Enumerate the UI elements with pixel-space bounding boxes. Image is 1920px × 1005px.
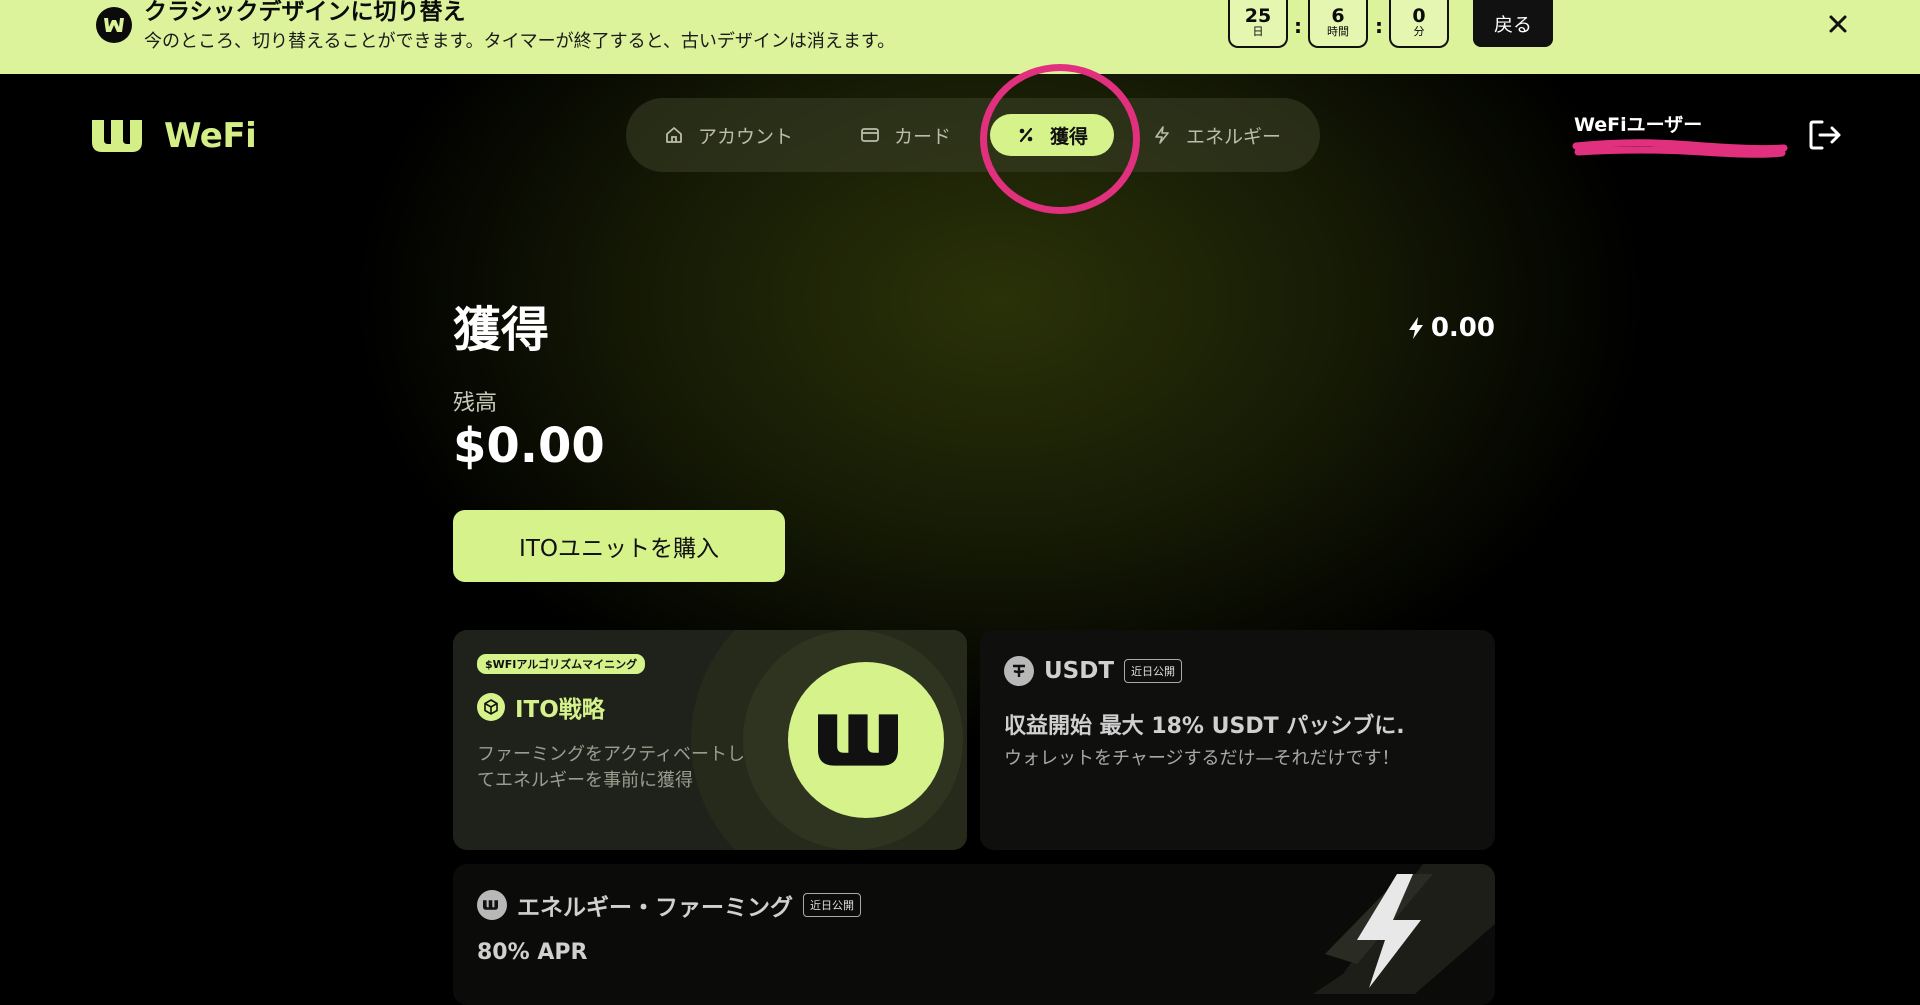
nav-item-card[interactable]: カード [860, 114, 951, 156]
redaction-scribble [1572, 139, 1788, 158]
lightning-bolt-icon [1313, 864, 1495, 994]
nav-item-account[interactable]: アカウント [664, 114, 793, 156]
coming-soon-badge: 近日公開 [1124, 659, 1183, 683]
card-icon [861, 128, 879, 142]
bolt-icon [1155, 126, 1169, 144]
ito-strategy-card[interactable]: $WFIアルゴリズムマイニング ITO戦略 ファーミングをアクティベートしてエネ… [453, 630, 967, 850]
timer-separator: : [1294, 14, 1302, 38]
usdt-card[interactable]: USDT 近日公開 収益開始 最大 18% USDT パッシブに. ウォレットを… [980, 630, 1495, 850]
farming-apr: 80% APR [477, 940, 588, 965]
ito-description: ファーミングをアクティベートしてエネルギーを事前に獲得 [477, 744, 746, 791]
timer-minutes-value: 0 [1412, 5, 1426, 27]
energy-farming-card[interactable]: エネルギー・ファーミング 近日公開 80% APR [453, 864, 1495, 1005]
timer-hours: 6 時間 [1308, 0, 1368, 48]
close-icon[interactable] [1822, 8, 1854, 40]
usdt-name: USDT [1044, 658, 1115, 684]
nav-item-account-label: アカウント [698, 125, 794, 148]
ito-title: ITO戦略 [477, 690, 605, 724]
timer-hours-unit: 時間 [1327, 25, 1349, 38]
earn-page: クラシックデザインに切り替え 今のところ、切り替えることができます。タイマーが終… [0, 0, 1920, 1005]
timer-minutes-unit: 分 [1413, 25, 1425, 38]
timer-minutes: 0 分 [1389, 0, 1449, 48]
cube-icon [477, 693, 505, 721]
timer-separator: : [1375, 14, 1383, 38]
main-nav: アカウント カード 獲得 エネルギー [626, 98, 1320, 172]
farming-name: エネルギー・ファーミング [517, 895, 793, 921]
user-name[interactable]: WeFiユーザー [1574, 110, 1702, 137]
home-icon [666, 127, 682, 143]
banner-title: クラシックデザインに切り替え [144, 0, 466, 25]
wefi-logo-icon [788, 662, 944, 818]
energy-value: 0.00 [1430, 313, 1495, 343]
bolt-icon [1408, 317, 1423, 339]
nav-item-card-label: カード [894, 125, 952, 148]
usdt-headline: 収益開始 最大 18% USDT パッシブに. [1004, 714, 1405, 739]
wefi-logo-icon [96, 7, 132, 43]
balance-value: $0.00 [453, 418, 605, 474]
wefi-logo-icon [92, 120, 142, 152]
balance-label: 残高 [453, 391, 498, 416]
timer-days: 25 日 [1228, 0, 1288, 48]
timer-hours-value: 6 [1331, 5, 1345, 27]
usdt-subtext: ウォレットをチャージするだけ—それだけです！ [1004, 748, 1400, 769]
coming-soon-badge: 近日公開 [803, 893, 861, 917]
back-button[interactable]: 戻る [1473, 0, 1553, 47]
timer-days-value: 25 [1244, 5, 1272, 27]
logout-icon[interactable] [1806, 116, 1844, 154]
nav-item-energy-label: エネルギー [1186, 125, 1282, 148]
timer-days-unit: 日 [1252, 25, 1264, 38]
classic-design-banner: クラシックデザインに切り替え 今のところ、切り替えることができます。タイマーが終… [0, 0, 1920, 74]
buy-ito-button[interactable]: ITOユニットを購入 [453, 510, 785, 582]
brand-name: WeFi [164, 116, 257, 156]
highlight-circle-annotation [980, 64, 1140, 214]
brand-logo[interactable]: WeFi [92, 116, 257, 156]
tether-icon [1004, 656, 1034, 686]
banner-description: 今のところ、切り替えることができます。タイマーが終了すると、古いデザインは消えま… [144, 31, 896, 52]
ito-title-label: ITO戦略 [515, 697, 605, 723]
farming-header: エネルギー・ファーミング 近日公開 [477, 888, 861, 922]
usdt-header: USDT 近日公開 [1004, 656, 1183, 686]
nav-item-energy[interactable]: エネルギー [1152, 114, 1281, 156]
wefi-coin-icon [477, 890, 507, 920]
energy-balance: 0.00 [1407, 313, 1495, 343]
page-title: 獲得 [453, 302, 550, 358]
algorithm-mining-tag: $WFIアルゴリズムマイニング [477, 654, 646, 674]
